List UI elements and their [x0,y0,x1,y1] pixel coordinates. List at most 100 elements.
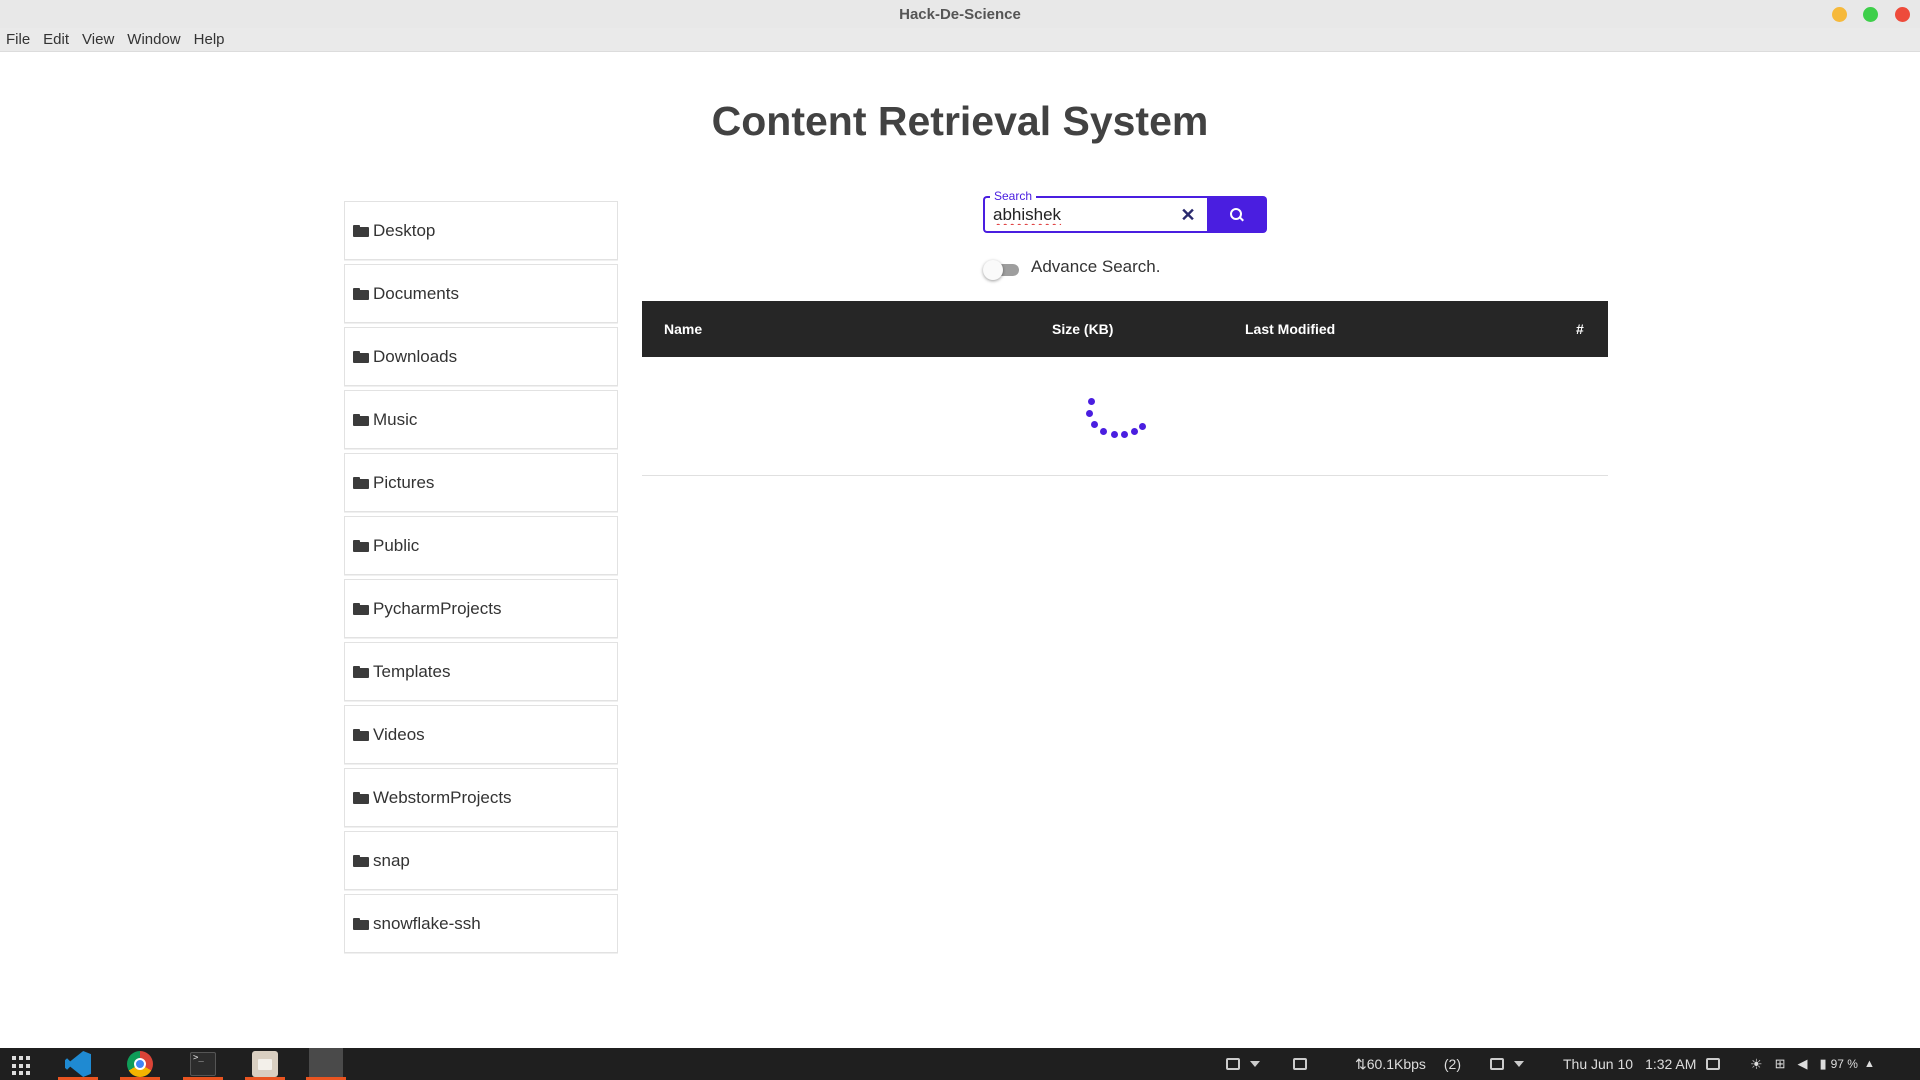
folder-label: PycharmProjects [373,598,502,618]
chevron-up-icon: ▲ [1863,1058,1875,1070]
folder-label: Pictures [373,472,435,492]
menu-edit[interactable]: Edit [43,31,69,48]
folder-item-snap[interactable]: snap [344,831,618,890]
folder-label: snowflake-ssh [373,913,481,933]
taskbar: >_ ⇅60.1Kbps (2) Thu Jun 10 1:32 AM ☀ ⊞ … [0,1048,1920,1080]
loading-spinner [1085,398,1155,448]
taskbar-vscode[interactable] [58,1048,98,1080]
clipboard-icon [1490,1058,1504,1070]
folder-label: Videos [373,724,425,744]
search-label: Search [990,189,1037,203]
tray-notifications[interactable] [1706,1048,1720,1080]
taskbar-app-active[interactable] [306,1048,346,1080]
tray-clock[interactable]: Thu Jun 10 1:32 AM [1563,1048,1696,1080]
terminal-icon: >_ [190,1052,216,1076]
brightness-icon: ☀ [1750,1055,1763,1072]
folder-item-pycharmprojects[interactable]: PycharmProjects [344,579,618,638]
menu-help[interactable]: Help [194,31,225,48]
camera-icon [1293,1058,1307,1070]
folder-icon [353,917,369,930]
toggle-thumb [983,260,1003,280]
date-label: Thu Jun 10 [1563,1056,1634,1072]
folder-item-downloads[interactable]: Downloads [344,327,618,386]
folder-item-documents[interactable]: Documents [344,264,618,323]
column-header-number: # [1576,321,1584,337]
tray-display[interactable] [1226,1048,1260,1080]
maximize-button[interactable] [1863,7,1878,22]
folder-label: Public [373,535,420,555]
tray-network-speed: ⇅60.1Kbps (2) [1355,1048,1461,1080]
network-icon: ⊞ [1774,1056,1786,1071]
menu-window[interactable]: Window [127,31,180,48]
folder-label: Downloads [373,346,458,366]
advance-search-label: Advance Search. [1031,257,1161,276]
window-title: Hack-De-Science [899,5,1021,23]
folder-icon [353,602,369,615]
taskbar-chrome[interactable] [120,1048,160,1080]
folder-item-videos[interactable]: Videos [344,705,618,764]
spinner-dot [1091,421,1098,428]
folder-item-music[interactable]: Music [344,390,618,449]
tray-system[interactable]: ☀ ⊞ ◀ ▮ 97 % ▲ [1750,1048,1875,1080]
spinner-dot [1121,431,1128,438]
display-icon [1226,1058,1240,1070]
folder-item-templates[interactable]: Templates [344,642,618,701]
folder-icon [353,539,369,552]
folder-item-pictures[interactable]: Pictures [344,453,618,512]
results-table-header: Name Size (KB) Last Modified # [642,301,1608,357]
search-icon [1230,207,1244,222]
minimize-button[interactable] [1832,7,1847,22]
column-header-last-modified[interactable]: Last Modified [1245,321,1335,337]
menu-view[interactable]: View [82,31,114,48]
folder-label: Music [373,409,418,429]
vscode-icon [65,1051,91,1077]
folder-icon [353,476,369,489]
folder-item-snowflake-ssh[interactable]: snowflake-ssh [344,894,618,953]
search-button[interactable] [1207,196,1267,233]
folder-icon [353,350,369,363]
column-header-name[interactable]: Name [664,321,702,337]
search-input[interactable] [993,205,1163,225]
chevron-down-icon [1250,1061,1260,1067]
folder-icon [353,854,369,867]
clear-search-button[interactable]: ✕ [1179,205,1197,225]
folder-icon [353,413,369,426]
spinner-dot [1111,431,1118,438]
time-label: 1:32 AM [1645,1056,1697,1072]
folder-label: Documents [373,283,459,303]
folder-item-webstormprojects[interactable]: WebstormProjects [344,768,618,827]
spinner-dot [1086,410,1093,417]
taskbar-terminal[interactable]: >_ [183,1048,223,1080]
folder-item-desktop[interactable]: Desktop [344,201,618,260]
battery-icon: ▮ [1819,1056,1827,1071]
folder-sidebar: Desktop Documents Downloads Music Pictur… [344,201,618,957]
folder-label: Templates [373,661,451,681]
notification-count: (2) [1443,1056,1462,1072]
tray-screenshot[interactable] [1293,1048,1307,1080]
menu-file[interactable]: File [6,31,30,48]
folder-label: Desktop [373,220,436,240]
files-icon [252,1051,278,1077]
folder-icon [353,224,369,237]
spinner-dot [1100,428,1107,435]
bell-off-icon [1706,1058,1720,1070]
network-speed: ⇅60.1Kbps [1355,1055,1426,1072]
folder-icon [353,791,369,804]
spinner-dot [1139,423,1146,430]
tray-clipboard[interactable] [1490,1048,1524,1080]
spinner-dot [1088,398,1095,405]
spinner-dot [1131,428,1138,435]
folder-icon [353,728,369,741]
app-window-icon [309,1048,343,1080]
battery-percent: 97 % [1830,1057,1858,1071]
close-button[interactable] [1895,7,1910,22]
app-grid-icon[interactable] [12,1056,34,1076]
taskbar-files[interactable] [245,1048,285,1080]
advance-search-toggle[interactable] [983,260,1021,280]
column-header-size[interactable]: Size (KB) [1052,321,1113,337]
folder-icon [353,287,369,300]
folder-item-public[interactable]: Public [344,516,618,575]
menu-bar: File Edit View Window Help [0,28,1920,52]
chevron-down-icon [1514,1061,1524,1067]
page-title: Content Retrieval System [711,98,1209,144]
